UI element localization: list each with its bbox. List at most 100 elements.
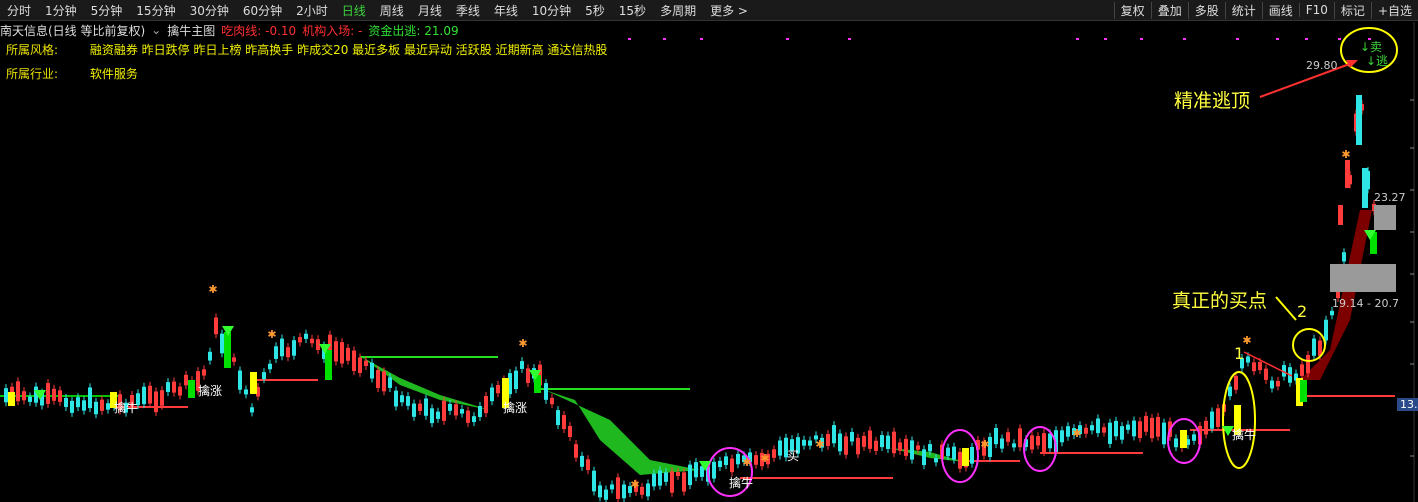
escape-tag: ↓逃 [1366,54,1389,68]
signal-person-0: ✱ [208,283,217,296]
buy-arrow [1275,296,1297,321]
candle-body [1132,420,1136,437]
signal-person-4: ✱ [742,456,751,469]
candle-body [850,432,854,442]
price-high-label: 29.80 [1306,59,1338,72]
candle-body [1330,310,1334,316]
candle-body [1018,428,1022,448]
candle-body [952,446,956,460]
candle-body [142,386,146,405]
candle-body [514,370,518,390]
candle-body [460,409,464,414]
candle-body [922,449,926,466]
candle-body [304,333,308,339]
candle-body [1108,422,1112,444]
candle-body [934,458,938,463]
candle-body [1150,417,1154,439]
candle-body [178,386,182,396]
signal-candle-13 [224,332,231,368]
candle-body [958,451,962,469]
candle-body [832,425,836,444]
candle-body [394,390,398,407]
candle-body [808,440,812,446]
candle-body [1192,434,1196,441]
candle-body [1342,252,1346,262]
candle-body [1300,364,1304,376]
candle-body [610,484,614,490]
candle-body [754,455,758,465]
candle-body [1000,438,1004,449]
candle-body [1264,368,1268,380]
candle-body [232,357,236,362]
escape-top-annotation: 精准逃顶 [1174,90,1251,112]
candle-body [862,435,866,447]
signal-dot-8 [1183,38,1186,40]
candle-body [694,462,698,478]
candle-body [310,338,314,344]
candle-body [1084,427,1088,434]
candle-body [184,374,188,386]
candle-body [604,489,608,500]
candle-body [88,387,92,409]
candle-body [430,408,434,424]
candle-body [910,440,914,460]
candle-body [1042,433,1046,453]
candle-body [682,472,686,492]
candle-body [772,449,776,458]
candle-body [100,399,104,411]
candle-body [418,403,422,411]
signal-dot-9 [1236,38,1239,40]
candle-body [496,385,500,394]
candle-body [568,425,572,437]
candle-body [1228,386,1232,397]
candle-body [736,453,740,465]
candle-body [916,445,920,450]
signal-dot-1 [663,38,666,40]
candle-body [688,464,692,486]
signal-dot-5 [1076,38,1079,40]
candle-body [616,477,620,499]
grey-zone-2 [1330,264,1396,292]
grey-zone-1 [1374,205,1396,230]
candle-body [1006,432,1010,442]
candle-body [724,456,728,465]
candle-body [550,397,554,405]
candle-body [664,472,668,482]
signal-person-5: ✱ [760,452,769,465]
candle-body [214,317,218,335]
candle-body [1174,438,1178,448]
signal-person-6: ✱ [815,438,824,451]
candle-body [868,430,872,449]
candle-body [364,360,368,366]
top-spike-candle-2 [1362,168,1368,208]
candle-body [1126,424,1130,430]
candle-body [994,428,998,445]
candle-body [262,372,266,380]
candle-body [544,383,548,400]
candle-body [268,363,272,370]
candle-body [856,437,860,455]
last-price-tag: 13.9 [1397,398,1418,411]
candle-body [472,416,476,423]
candle-body [346,347,350,361]
candle-body [448,403,452,411]
candle-body [352,350,356,372]
candle-body [838,433,842,452]
candle-body [892,431,896,454]
candle-body [274,346,278,359]
signal-dot-12 [1338,38,1341,40]
candle-body [154,391,158,413]
candle-body [880,435,884,448]
signal-candle-4 [325,350,332,380]
candle-body [70,400,74,413]
candlestick-chart[interactable]: ✱✱✱✱✱ ✱✱ ✱✱✱✱擒牛擒涨擒涨擒牛擒牛买 [0,0,1418,502]
candle-body [340,342,344,364]
signal-dot-3 [786,38,789,40]
candle-body [46,382,50,404]
candle-body [358,357,362,373]
signal-dot-10 [1276,38,1279,40]
candle-body [520,361,524,369]
candle-body [370,362,374,379]
candle-body [562,415,566,430]
candle-body [388,377,392,388]
